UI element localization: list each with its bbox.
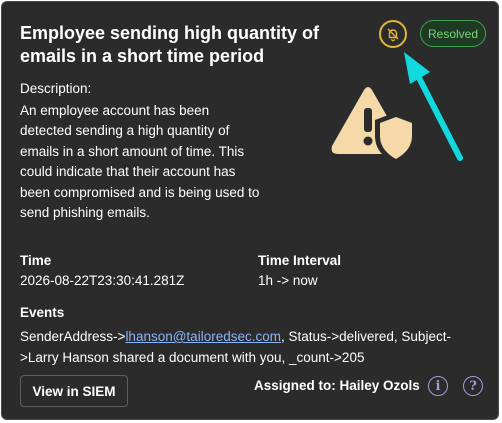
- events-text: SenderAddress->lhanson@tailoredsec.com, …: [20, 326, 475, 368]
- events-prefix: SenderAddress->: [20, 329, 126, 344]
- time-interval-value: 1h -> now: [258, 273, 318, 288]
- warning-shield-icon: [331, 87, 417, 164]
- alert-card: Employee sending high quantity of emails…: [1, 1, 499, 420]
- time-value: 2026-08-22T23:30:41.281Z: [20, 273, 185, 288]
- time-label: Time: [20, 253, 52, 268]
- description-label: Description:: [20, 81, 92, 96]
- info-icon[interactable]: i: [428, 376, 448, 396]
- status-badge: Resolved: [420, 20, 486, 47]
- events-label: Events: [20, 305, 65, 320]
- alert-title: Employee sending high quantity of emails…: [20, 23, 320, 66]
- view-in-siem-button[interactable]: View in SIEM: [20, 375, 128, 407]
- help-icon[interactable]: ?: [463, 376, 483, 396]
- sender-email-link[interactable]: lhanson@tailoredsec.com: [125, 329, 281, 344]
- description-text: An employee account has been detected se…: [20, 103, 260, 221]
- bell-off-icon: [387, 28, 399, 42]
- time-interval-label: Time Interval: [258, 253, 342, 268]
- assigned-to-label: Assigned to: Hailey Ozols: [254, 378, 420, 393]
- bell-off-button[interactable]: [379, 20, 407, 48]
